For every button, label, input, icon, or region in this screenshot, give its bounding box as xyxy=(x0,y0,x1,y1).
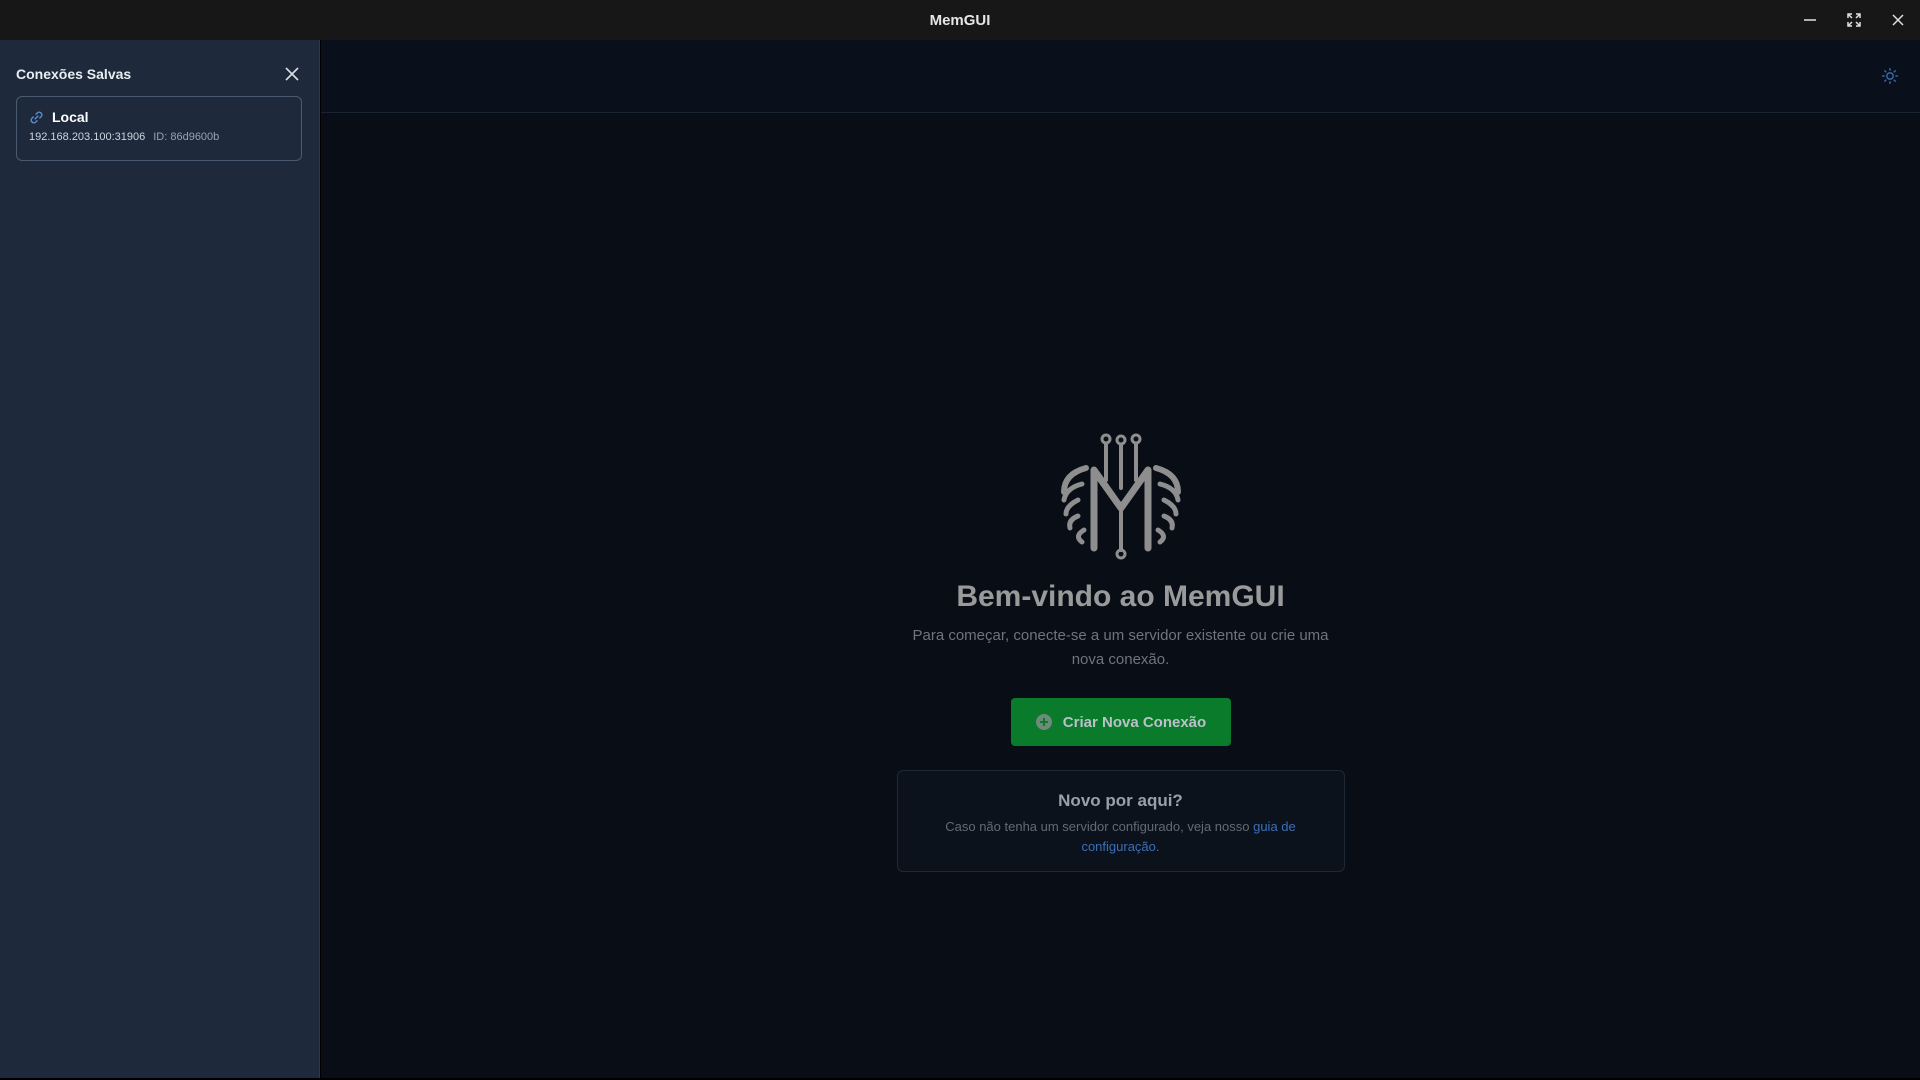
help-text-body: Caso não tenha um servidor configurado, … xyxy=(945,819,1254,834)
close-icon xyxy=(285,67,299,81)
plus-circle-icon xyxy=(1035,714,1052,730)
help-text-end: . xyxy=(1155,839,1160,854)
help-title: Novo por aqui? xyxy=(1058,791,1183,810)
welcome-panel: Bem-vindo ao MemGUI Para começar, conect… xyxy=(321,430,1920,872)
title-bar: MemGUI xyxy=(0,0,1920,40)
minimize-button[interactable] xyxy=(1788,0,1832,40)
saved-connections-sidebar: Conexões Salvas Local 192.168.203.100:31… xyxy=(0,40,320,1078)
connection-id: ID: 86d9600b xyxy=(153,131,220,143)
create-connection-label: Criar Nova Conexão xyxy=(1062,713,1207,731)
theme-toggle-button[interactable] xyxy=(1878,64,1902,88)
main-content: Bem-vindo ao MemGUI Para começar, conect… xyxy=(321,40,1920,1078)
close-icon xyxy=(1892,14,1904,26)
connection-name: Local xyxy=(52,109,89,125)
connection-header: Local xyxy=(29,109,289,125)
help-text: Caso não tenha um servidor configurado, … xyxy=(931,817,1311,857)
create-connection-button[interactable]: Criar Nova Conexão xyxy=(1010,698,1231,746)
window-controls xyxy=(1788,0,1920,40)
welcome-subtitle: Para começar, conecte-se a um servidor e… xyxy=(912,627,1329,668)
app-window: MemGUI Conexões Salvas Local 192.168.203… xyxy=(0,0,1920,1078)
welcome-title: Bem-vindo ao MemGUI xyxy=(956,580,1285,613)
connection-address: 192.168.203.100:31906 xyxy=(29,131,146,143)
window-title: MemGUI xyxy=(929,11,991,29)
help-card: Novo por aqui? Caso não tenha um servido… xyxy=(896,770,1345,872)
sidebar-close-button[interactable] xyxy=(280,62,304,86)
minimize-icon xyxy=(1804,19,1816,21)
maximize-button[interactable] xyxy=(1832,0,1876,40)
maximize-icon xyxy=(1847,13,1861,27)
connection-card-local[interactable]: Local 192.168.203.100:31906 ID: 86d9600b xyxy=(16,96,302,161)
sidebar-title: Conexões Salvas xyxy=(16,66,132,82)
close-window-button[interactable] xyxy=(1876,0,1920,40)
memgui-logo xyxy=(1060,433,1181,560)
sidebar-header: Conexões Salvas xyxy=(16,62,304,86)
sun-icon xyxy=(1881,67,1899,85)
main-header xyxy=(321,40,1920,113)
link-icon xyxy=(30,110,43,124)
connection-details: 192.168.203.100:31906 ID: 86d9600b xyxy=(29,131,289,143)
